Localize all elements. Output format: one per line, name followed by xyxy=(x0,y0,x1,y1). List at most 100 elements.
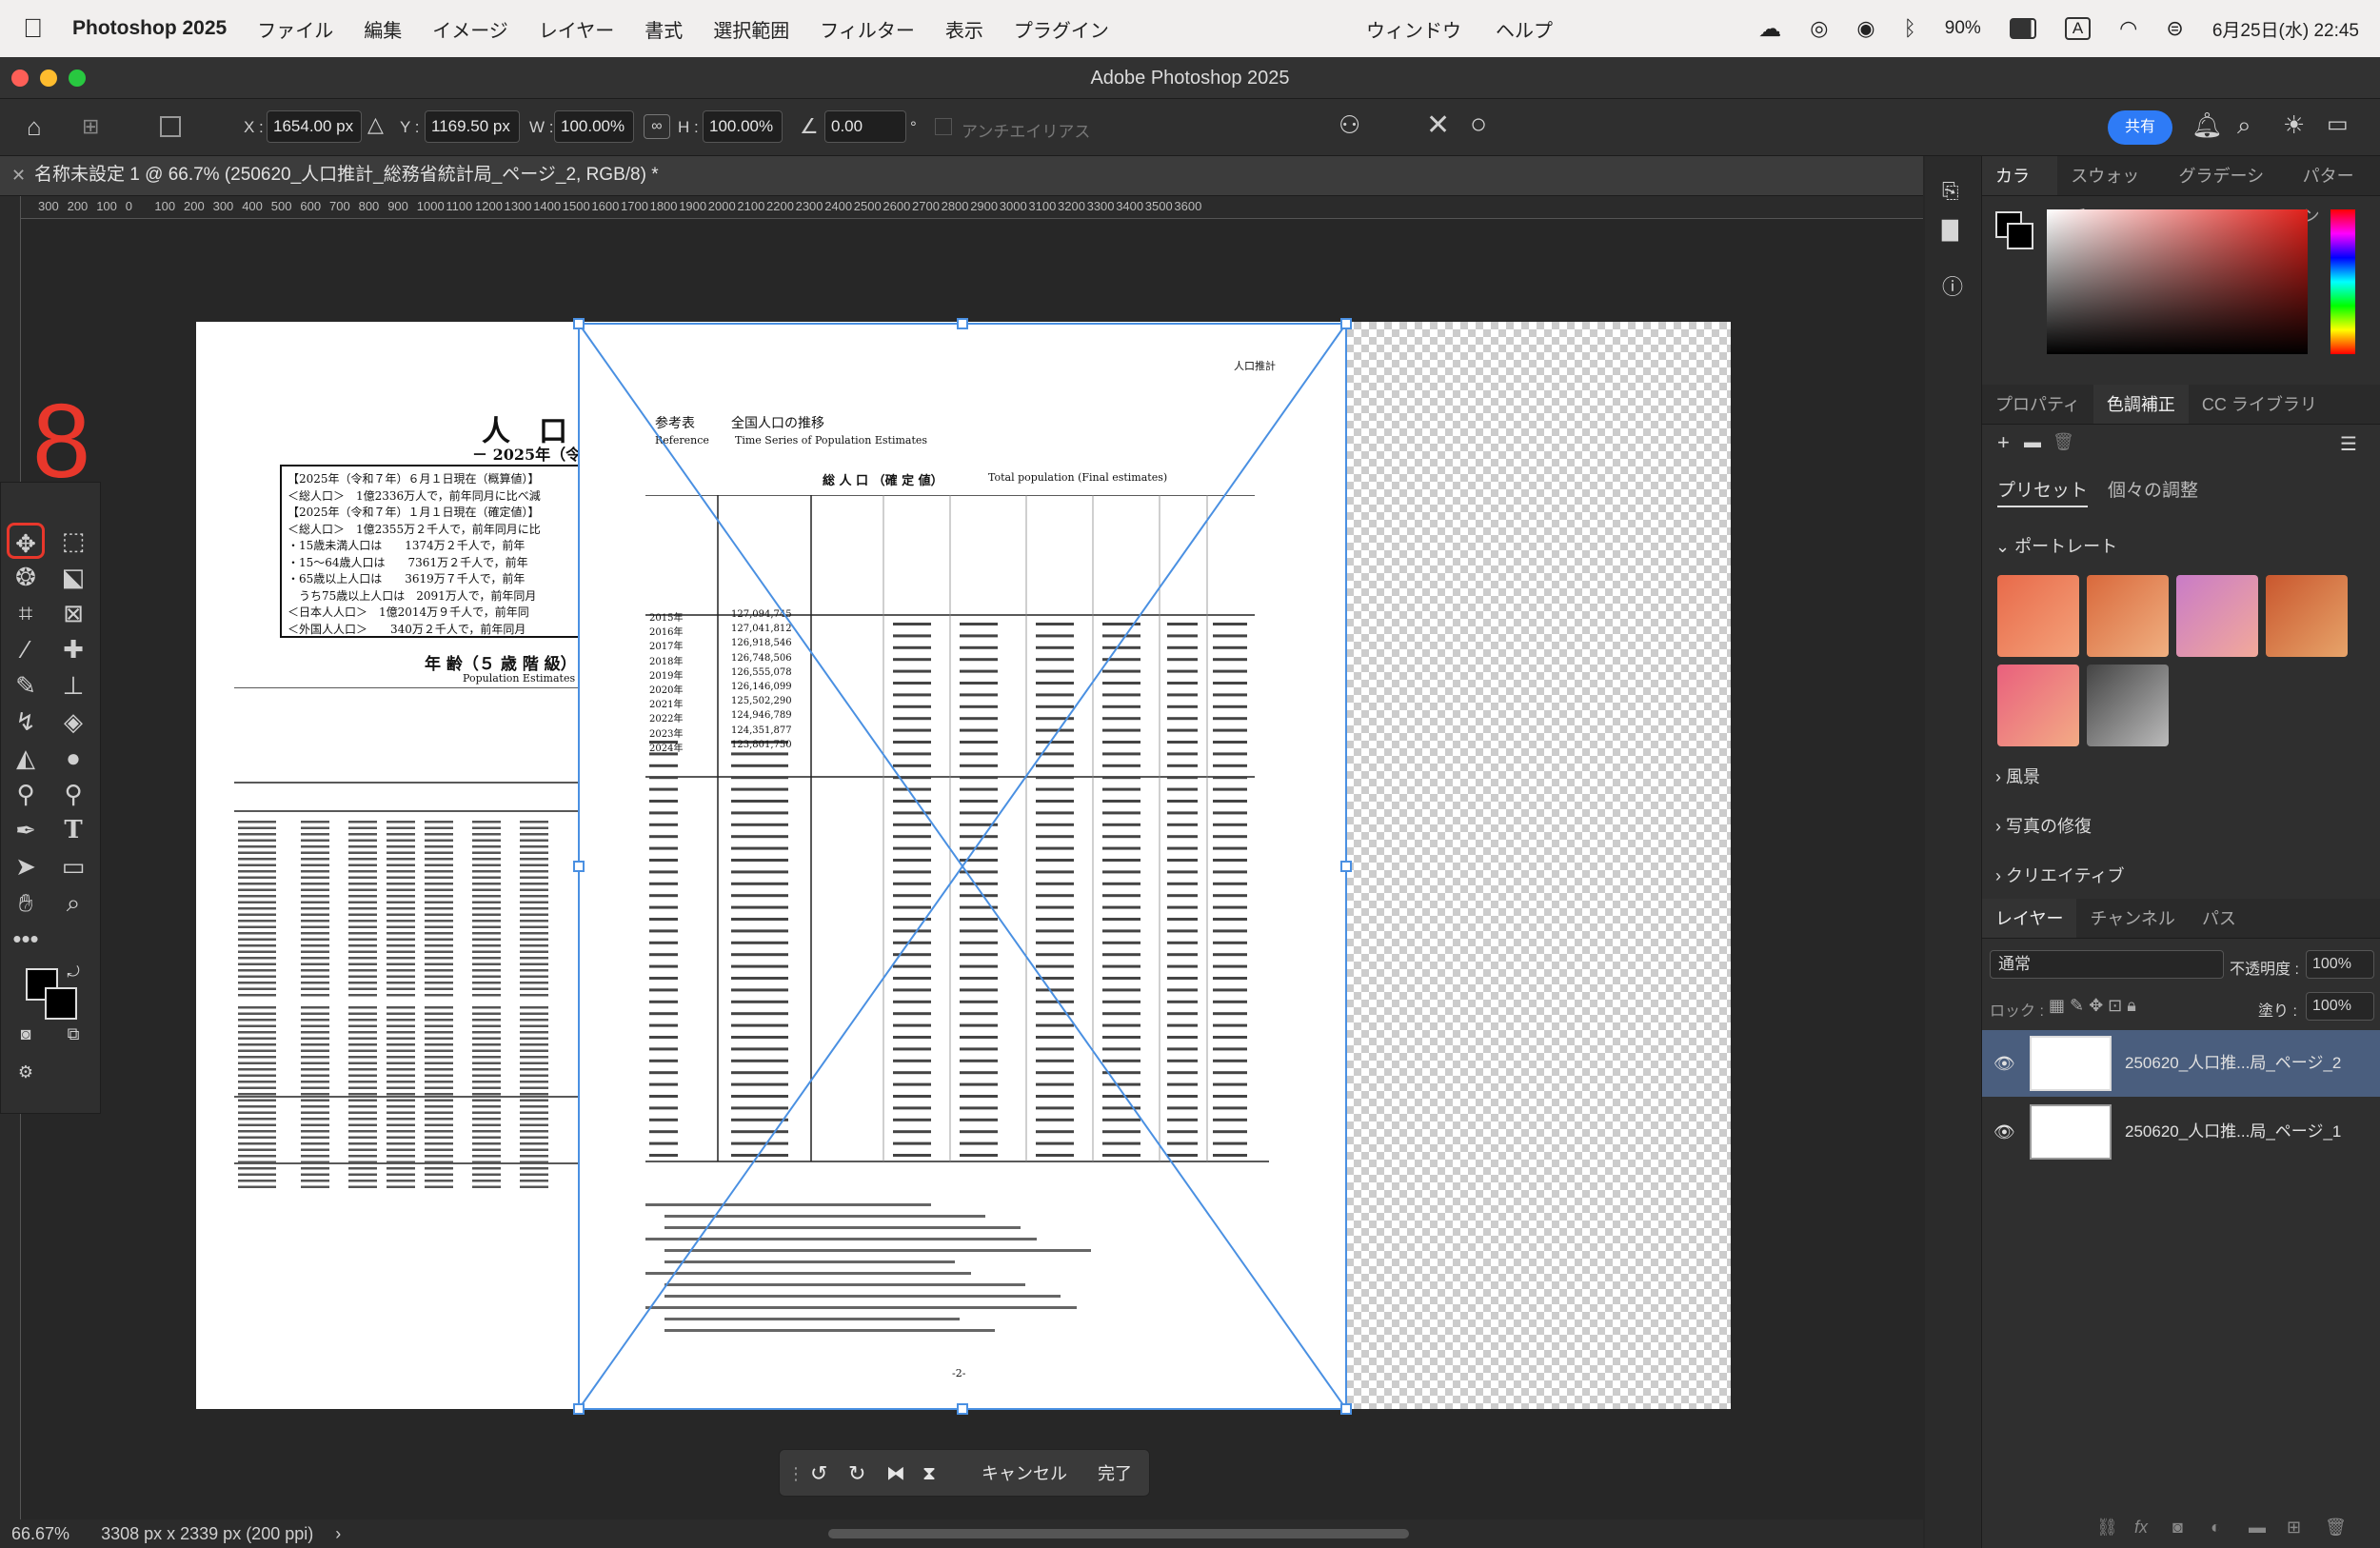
lock-icons[interactable]: ▦ ✎ ✥ ⊡ 🔒︎ xyxy=(2049,996,2136,1016)
input-mode[interactable]: A xyxy=(2064,17,2092,40)
preset-thumb-1[interactable] xyxy=(1997,575,2079,657)
blend-mode-select[interactable]: 通常 xyxy=(1990,950,2224,979)
layer-name[interactable]: 250620_人口推...局_ページ_1 xyxy=(2125,1099,2341,1165)
section-landscape[interactable]: › 風景 xyxy=(1995,764,2040,788)
info-icon[interactable]: ⓘ xyxy=(1942,270,1963,301)
folder-icon[interactable]: ▬ xyxy=(2024,432,2041,452)
blur-tool-icon[interactable]: ● xyxy=(54,740,92,776)
layer-row-page-2[interactable]: 👁︎ 250620_人口推...局_ページ_2 xyxy=(1982,1030,2380,1097)
document-size[interactable]: 3308 px x 2339 px (200 ppi) xyxy=(101,1524,313,1543)
lasso-tool-icon[interactable]: ❂ xyxy=(7,559,45,595)
handle-middle-right[interactable] xyxy=(1340,861,1352,872)
quick-mask-icon[interactable]: ◙ xyxy=(7,1016,45,1052)
subtab-individual[interactable]: 個々の調整 xyxy=(2108,476,2198,502)
screen-mode-icon[interactable]: ⧉ xyxy=(54,1016,92,1052)
eraser-tool-icon[interactable]: ◈ xyxy=(54,704,92,740)
delete-layer-icon[interactable]: 🗑︎ xyxy=(2325,1518,2347,1538)
handle-top-left[interactable] xyxy=(573,318,585,329)
clone-stamp-icon[interactable]: ⊥ xyxy=(54,667,92,704)
notification-bell-icon[interactable]: 🔔︎ xyxy=(2192,110,2223,140)
layer-name[interactable]: 250620_人口推...局_ページ_2 xyxy=(2125,1030,2341,1097)
trash-icon[interactable]: 🗑︎ xyxy=(2053,432,2074,452)
tab-color[interactable]: カラー xyxy=(1982,156,2058,226)
type-tool-icon[interactable]: T xyxy=(54,812,92,848)
more-tools-icon[interactable]: ••• xyxy=(7,921,45,957)
wifi-icon[interactable]: ◠ xyxy=(2119,16,2137,41)
visibility-eye-icon[interactable]: 👁︎ xyxy=(1993,1099,2015,1165)
horizontal-scrollbar[interactable] xyxy=(828,1529,1409,1538)
new-layer-icon[interactable]: ⊞ xyxy=(2287,1518,2301,1538)
handle-bottom-center[interactable] xyxy=(957,1403,968,1415)
pen-tool-icon[interactable]: ✒ xyxy=(7,812,45,848)
zoom-tool-icon[interactable]: ⌕ xyxy=(54,884,92,921)
handle-middle-left[interactable] xyxy=(573,861,585,872)
hue-slider[interactable] xyxy=(2330,209,2355,354)
handle-bottom-right[interactable] xyxy=(1340,1403,1352,1415)
datetime[interactable]: 6月25日(水) 22:45 xyxy=(2212,16,2359,42)
new-adjustment-icon[interactable]: ◐ xyxy=(2211,1518,2221,1538)
list-view-icon[interactable]: ☰ xyxy=(2340,432,2357,456)
swap-colors-icon[interactable]: ⤾ xyxy=(54,955,92,991)
background-color-swatch[interactable] xyxy=(45,987,77,1020)
preset-thumb-6[interactable] xyxy=(2087,665,2169,746)
crop-tool-icon[interactable]: ⌗ xyxy=(7,595,45,631)
drag-handle-icon[interactable]: ⋮ xyxy=(787,1459,804,1488)
tab-swatches[interactable]: スウォッチ xyxy=(2057,156,2165,226)
tab-properties[interactable]: プロパティ xyxy=(1982,385,2093,424)
layer-row-page-1[interactable]: 👁︎ 250620_人口推...局_ページ_1 xyxy=(1982,1099,2380,1165)
healing-brush-icon[interactable]: ✚ xyxy=(54,631,92,667)
add-adjustment-icon[interactable]: + xyxy=(1997,430,2010,455)
frame-tool-icon[interactable]: ⊠ xyxy=(54,595,92,631)
tab-paths[interactable]: パス xyxy=(2189,899,2250,938)
brush-tool-icon[interactable]: ✎ xyxy=(7,667,45,704)
eyedropper-tool-icon[interactable]: ⁄ xyxy=(7,631,45,667)
battery-icon[interactable] xyxy=(2009,18,2036,39)
marquee-tool-icon[interactable]: ⬚ xyxy=(54,523,92,559)
tab-patterns[interactable]: パターン xyxy=(2290,156,2380,226)
subtab-presets[interactable]: プリセット xyxy=(1997,476,2089,507)
link-layers-icon[interactable]: ⛓ xyxy=(2096,1518,2118,1538)
section-photo-repair[interactable]: › 写真の修復 xyxy=(1995,813,2092,838)
sponge-tool-icon[interactable]: ⚲ xyxy=(54,776,92,812)
share-button[interactable]: 共有 xyxy=(2108,110,2172,145)
search-icon[interactable]: ⌕ xyxy=(2237,110,2251,141)
status-arrow-icon[interactable]: › xyxy=(335,1524,341,1543)
path-select-tool-icon[interactable]: ➤ xyxy=(7,848,45,884)
handle-top-right[interactable] xyxy=(1340,318,1352,329)
tab-gradients[interactable]: グラデーショ xyxy=(2166,156,2290,226)
edit-toolbar-icon[interactable]: ⚙ xyxy=(7,1054,45,1090)
visibility-eye-icon[interactable]: 👁︎ xyxy=(1993,1030,2015,1097)
tab-layers[interactable]: レイヤー xyxy=(1982,899,2077,938)
control-center-icon[interactable]: ⊜ xyxy=(2166,16,2183,41)
zoom-level[interactable]: 66.67% xyxy=(11,1524,69,1543)
rectangle-tool-icon[interactable]: ▭ xyxy=(54,848,92,884)
hand-tool-icon[interactable]: ✋︎ xyxy=(7,884,45,921)
tab-adjustments[interactable]: 色調補正 xyxy=(2092,385,2189,424)
rotate-left-icon[interactable]: ↺ xyxy=(810,1459,827,1488)
color-bg-swatch[interactable] xyxy=(2007,223,2033,249)
history-icon[interactable]: ⎘ xyxy=(1942,179,1959,204)
new-group-icon[interactable]: ▬ xyxy=(2249,1518,2266,1538)
flip-vertical-icon[interactable]: ⧗ xyxy=(922,1459,936,1488)
fill-field[interactable]: 100% xyxy=(2306,992,2374,1021)
dodge-tool-icon[interactable]: ⚲ xyxy=(7,776,45,812)
preset-thumb-3[interactable] xyxy=(2176,575,2258,657)
section-portrait[interactable]: ⌄ ポートレート xyxy=(1995,533,2117,558)
tab-channels[interactable]: チャンネル xyxy=(2076,899,2188,938)
section-creative[interactable]: › クリエイティブ xyxy=(1995,863,2125,887)
tab-cc-libraries[interactable]: CC ライブラリ xyxy=(2189,385,2330,424)
handle-bottom-left[interactable] xyxy=(573,1403,585,1415)
opacity-field[interactable]: 100% xyxy=(2306,950,2374,979)
discover-lightbulb-icon[interactable]: ☀ xyxy=(2283,110,2305,140)
cancel-transform-button[interactable]: キャンセル xyxy=(982,1459,1067,1488)
workspace-icon[interactable]: ▭ xyxy=(2327,110,2349,138)
history-brush-icon[interactable]: ↯ xyxy=(7,704,45,740)
add-mask-icon[interactable]: ◙ xyxy=(2172,1518,2183,1538)
fx-icon[interactable]: fx xyxy=(2134,1518,2148,1538)
comments-icon[interactable]: ▇ xyxy=(1942,217,1958,242)
done-transform-button[interactable]: 完了 xyxy=(1098,1459,1132,1488)
flip-horizontal-icon[interactable]: ⧓ xyxy=(886,1459,905,1488)
preset-thumb-4[interactable] xyxy=(2266,575,2348,657)
color-picker-field[interactable] xyxy=(2047,209,2308,354)
preset-thumb-5[interactable] xyxy=(1997,665,2079,746)
